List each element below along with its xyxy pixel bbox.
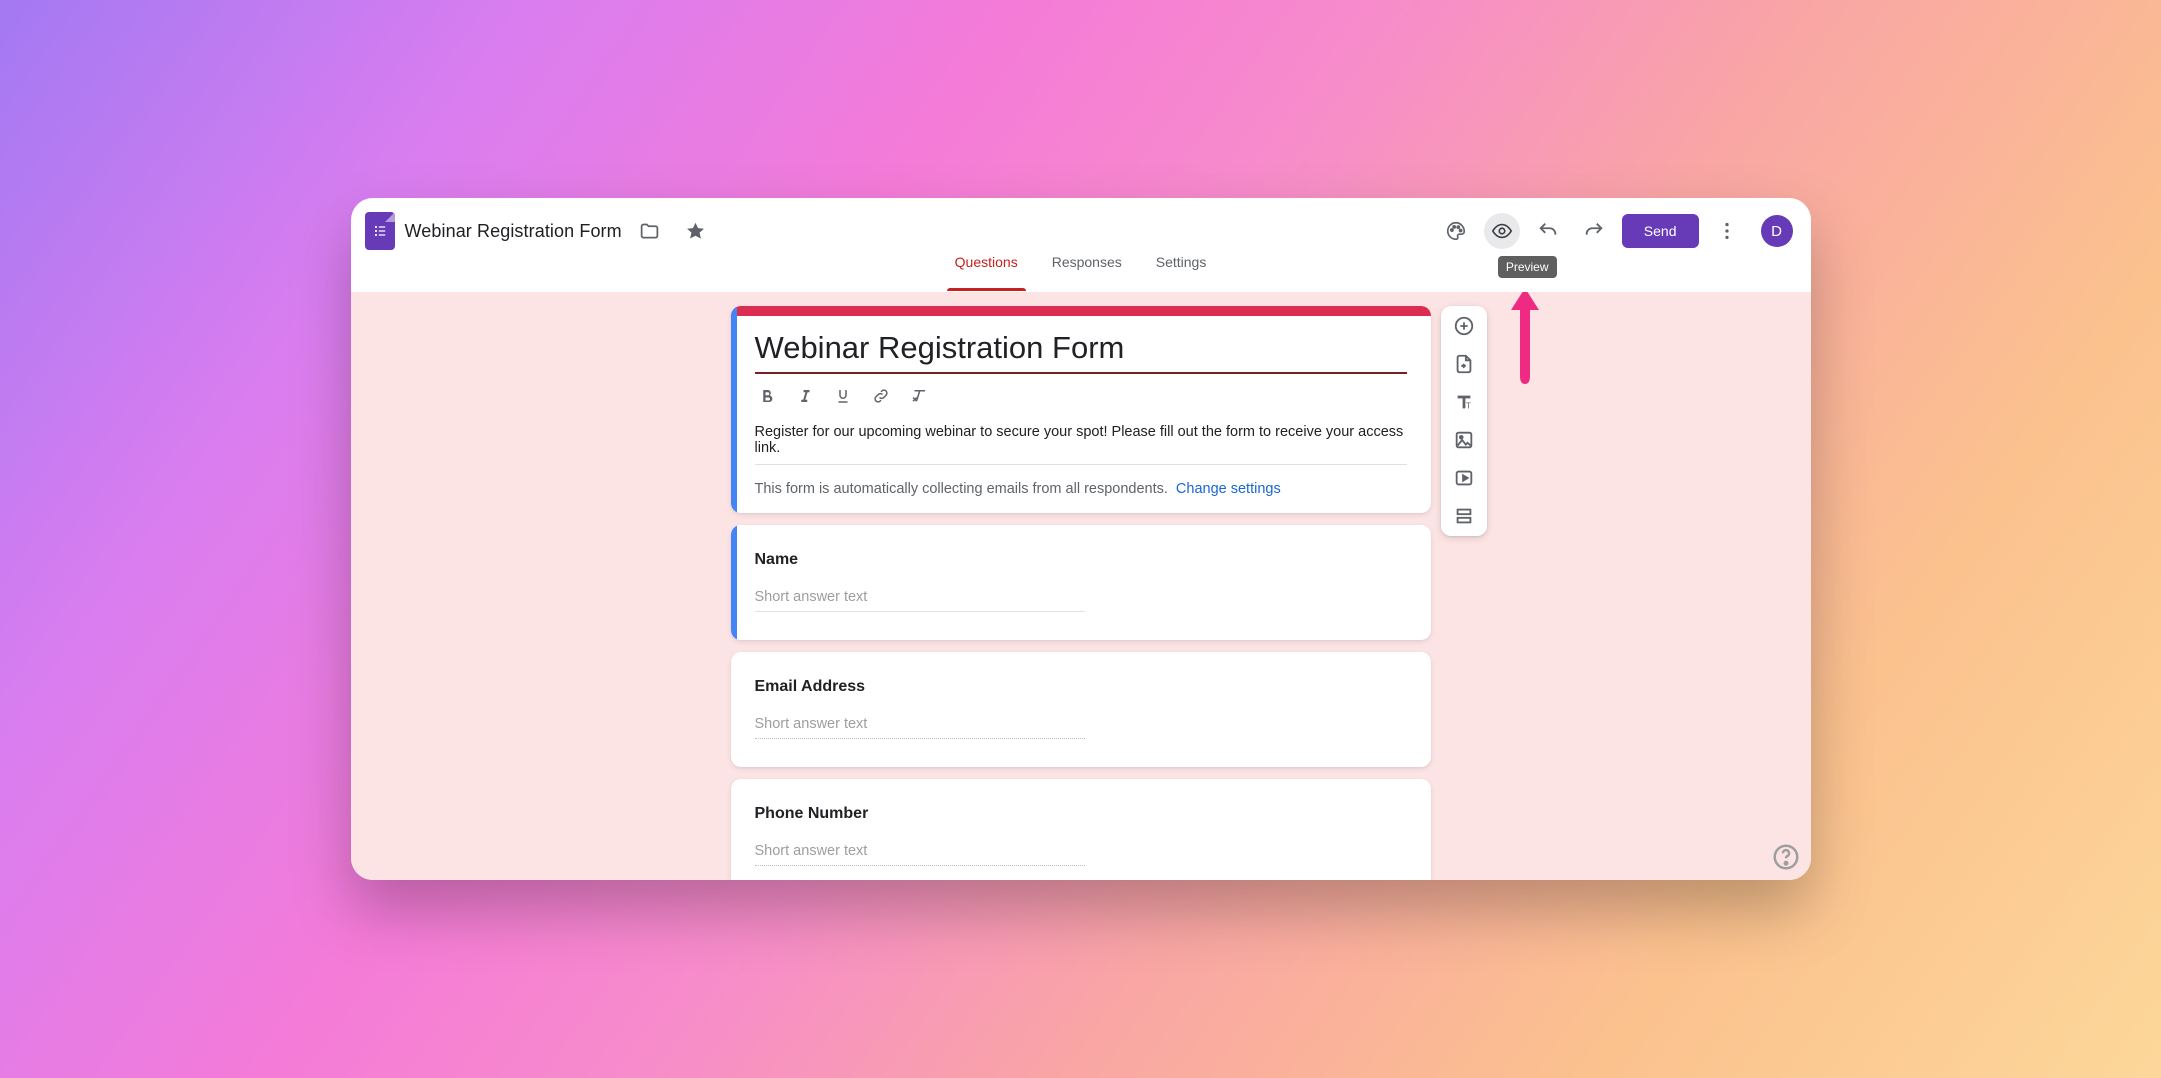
undo-icon bbox=[1537, 220, 1559, 242]
question-side-toolbar: T bbox=[1441, 306, 1487, 536]
tab-responses[interactable]: Responses bbox=[1052, 254, 1122, 291]
customize-theme-button[interactable] bbox=[1438, 213, 1474, 249]
tab-settings[interactable]: Settings bbox=[1156, 254, 1207, 291]
question-card[interactable]: Phone Number Short answer text bbox=[731, 779, 1431, 880]
redo-button[interactable] bbox=[1576, 213, 1612, 249]
undo-button[interactable] bbox=[1530, 213, 1566, 249]
form-description-input[interactable]: Register for our upcoming webinar to sec… bbox=[755, 420, 1407, 464]
tab-questions[interactable]: Questions bbox=[955, 254, 1018, 291]
import-questions-button[interactable] bbox=[1452, 352, 1476, 376]
format-toolbar bbox=[755, 382, 1407, 420]
image-icon bbox=[1453, 429, 1475, 451]
star-button[interactable] bbox=[678, 213, 714, 249]
redo-icon bbox=[1583, 220, 1605, 242]
header-left-stripe bbox=[731, 306, 737, 513]
plus-circle-icon bbox=[1453, 315, 1475, 337]
more-button[interactable] bbox=[1709, 213, 1745, 249]
video-icon bbox=[1453, 467, 1475, 489]
annotation-arrow bbox=[1505, 292, 1545, 391]
bold-icon bbox=[758, 387, 776, 405]
italic-button[interactable] bbox=[795, 386, 815, 406]
question-answer-placeholder: Short answer text bbox=[755, 716, 1085, 739]
more-vertical-icon bbox=[1716, 220, 1738, 242]
header-top-stripe bbox=[731, 306, 1431, 316]
form-canvas: Webinar Registration Form bbox=[351, 292, 1811, 880]
star-icon bbox=[685, 221, 706, 242]
form-header-card[interactable]: Webinar Registration Form bbox=[731, 306, 1431, 513]
clear-format-icon bbox=[910, 387, 928, 405]
add-section-button[interactable] bbox=[1452, 504, 1476, 528]
preview-button[interactable] bbox=[1484, 213, 1520, 249]
form-inner: Webinar Registration Form bbox=[731, 306, 1431, 880]
help-icon bbox=[1771, 842, 1801, 872]
question-title[interactable]: Email Address bbox=[755, 678, 1407, 696]
link-icon bbox=[872, 387, 890, 405]
add-video-button[interactable] bbox=[1452, 466, 1476, 490]
add-title-button[interactable]: T bbox=[1452, 390, 1476, 414]
section-icon bbox=[1453, 505, 1475, 527]
import-icon bbox=[1453, 353, 1475, 375]
preview-tooltip: Preview bbox=[1498, 256, 1557, 278]
document-title[interactable]: Webinar Registration Form bbox=[405, 221, 622, 242]
eye-icon bbox=[1491, 220, 1513, 242]
question-card[interactable]: Name Short answer text bbox=[731, 525, 1431, 640]
move-to-folder-button[interactable] bbox=[632, 213, 668, 249]
question-title[interactable]: Phone Number bbox=[755, 805, 1407, 823]
question-title[interactable]: Name bbox=[755, 551, 1407, 569]
send-button[interactable]: Send bbox=[1622, 214, 1699, 248]
underline-button[interactable] bbox=[833, 386, 853, 406]
account-avatar[interactable]: D bbox=[1761, 215, 1793, 247]
add-image-button[interactable] bbox=[1452, 428, 1476, 452]
question-answer-placeholder: Short answer text bbox=[755, 589, 1085, 612]
form-title-input[interactable]: Webinar Registration Form bbox=[755, 326, 1407, 372]
collect-emails-notice: This form is automatically collecting em… bbox=[755, 465, 1407, 497]
title-underline bbox=[755, 372, 1407, 374]
svg-text:T: T bbox=[1465, 401, 1470, 410]
bold-button[interactable] bbox=[757, 386, 777, 406]
top-toolbar: Webinar Registration Form bbox=[351, 198, 1811, 254]
editor-tabs: Questions Responses Settings bbox=[351, 254, 1811, 292]
title-icon: T bbox=[1453, 391, 1475, 413]
clear-format-button[interactable] bbox=[909, 386, 929, 406]
underline-icon bbox=[834, 387, 852, 405]
collect-emails-text: This form is automatically collecting em… bbox=[755, 481, 1168, 497]
app-window: Webinar Registration Form bbox=[351, 198, 1811, 880]
forms-logo[interactable] bbox=[365, 212, 395, 250]
question-card[interactable]: Email Address Short answer text bbox=[731, 652, 1431, 767]
link-button[interactable] bbox=[871, 386, 891, 406]
add-question-button[interactable] bbox=[1452, 314, 1476, 338]
question-answer-placeholder: Short answer text bbox=[755, 843, 1085, 866]
change-settings-link[interactable]: Change settings bbox=[1176, 481, 1281, 497]
folder-icon bbox=[639, 221, 660, 242]
help-button[interactable] bbox=[1771, 842, 1801, 872]
italic-icon bbox=[796, 387, 814, 405]
palette-icon bbox=[1445, 220, 1467, 242]
forms-icon bbox=[372, 223, 388, 239]
